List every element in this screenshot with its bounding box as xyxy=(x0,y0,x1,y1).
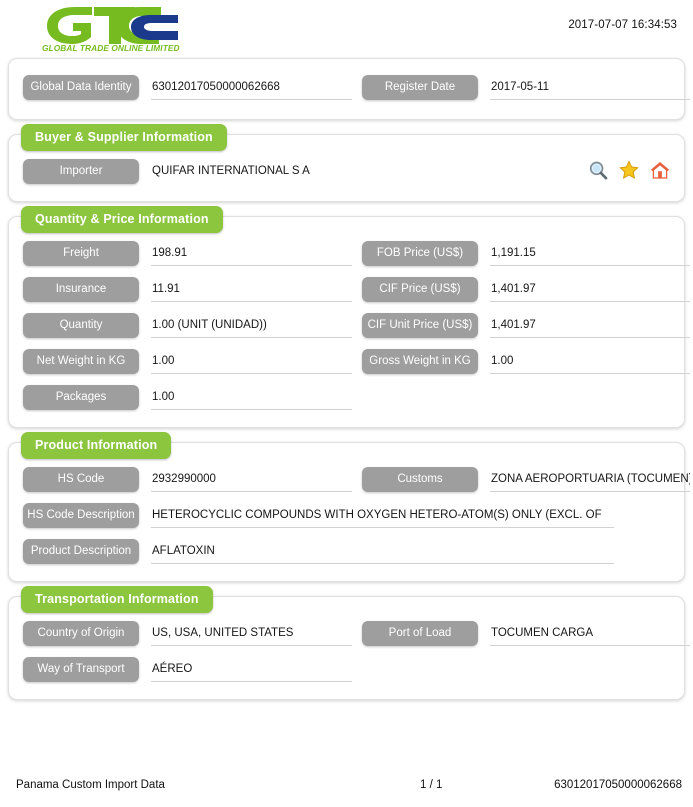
footer-page: 1 / 1 xyxy=(420,779,443,791)
identity-row: Global Data Identity 6301201705000006266… xyxy=(9,71,690,107)
importer-row: Importer QUIFAR INTERNATIONAL S A xyxy=(9,155,684,191)
customs-label: Customs xyxy=(362,467,478,492)
hs-code-value[interactable]: 2932990000 xyxy=(151,468,352,492)
freight-label: Freight xyxy=(23,241,139,266)
net-weight-value[interactable]: 1.00 xyxy=(151,350,352,374)
page-footer: Panama Custom Import Data 1 / 1 63012017… xyxy=(0,779,693,799)
net-weight-label: Net Weight in KG xyxy=(23,349,139,374)
identity-card: Global Data Identity 6301201705000006266… xyxy=(8,58,690,120)
cif-price-label: CIF Price (US$) xyxy=(362,277,478,302)
table-row: Product Description AFLATOXIN xyxy=(9,535,684,571)
page-header: GLOBAL TRADE ONLINE LIMITED 2017-07-07 1… xyxy=(8,0,685,58)
table-row: Country of Origin US, USA, UNITED STATES… xyxy=(9,617,690,653)
insurance-label: Insurance xyxy=(23,277,139,302)
record-action-icons xyxy=(588,160,670,180)
table-row: HS Code Description HETEROCYCLIC COMPOUN… xyxy=(9,499,684,535)
transportation-card: Transportation Information Country of Or… xyxy=(8,586,690,700)
star-icon[interactable] xyxy=(619,160,639,180)
product-information-title: Product Information xyxy=(21,432,172,459)
quantity-value[interactable]: 1.00 (UNIT (UNIDAD)) xyxy=(151,314,352,338)
port-of-load-value[interactable]: TOCUMEN CARGA xyxy=(490,622,690,646)
freight-value[interactable]: 198.91 xyxy=(151,242,352,266)
fob-price-label: FOB Price (US$) xyxy=(362,241,478,266)
importer-label: Importer xyxy=(23,159,139,184)
packages-label: Packages xyxy=(23,385,139,410)
table-row: Way of Transport AÉREO xyxy=(9,653,684,689)
cif-unit-price-value[interactable]: 1,401.97 xyxy=(490,314,690,338)
way-of-transport-value[interactable]: AÉREO xyxy=(151,658,352,682)
cif-unit-price-label: CIF Unit Price (US$) xyxy=(362,313,478,338)
timestamp: 2017-07-07 16:34:53 xyxy=(568,19,677,31)
hs-code-label: HS Code xyxy=(23,467,139,492)
report-page: GLOBAL TRADE ONLINE LIMITED 2017-07-07 1… xyxy=(0,0,693,807)
buyer-supplier-card: Buyer & Supplier Information Importer QU… xyxy=(8,124,685,202)
hs-code-description-value[interactable]: HETEROCYCLIC COMPOUNDS WITH OXYGEN HETER… xyxy=(151,504,614,528)
importer-value[interactable]: QUIFAR INTERNATIONAL S A xyxy=(151,160,581,184)
table-row: Quantity 1.00 (UNIT (UNIDAD)) CIF Unit P… xyxy=(9,309,690,345)
search-icon[interactable] xyxy=(588,160,608,180)
packages-value[interactable]: 1.00 xyxy=(151,386,352,410)
table-row: HS Code 2932990000 Customs ZONA AEROPORT… xyxy=(9,463,690,499)
buyer-supplier-title: Buyer & Supplier Information xyxy=(21,124,227,151)
footer-source: Panama Custom Import Data xyxy=(16,779,165,791)
global-data-identity-value[interactable]: 63012017050000062668 xyxy=(151,76,352,100)
customs-value[interactable]: ZONA AEROPORTUARIA (TOCUMEN) xyxy=(490,468,690,492)
home-icon[interactable] xyxy=(650,160,670,180)
logo-tagline: GLOBAL TRADE ONLINE LIMITED xyxy=(42,43,180,52)
hs-code-description-label: HS Code Description xyxy=(23,503,139,528)
register-date-value[interactable]: 2017-05-11 xyxy=(490,76,690,100)
quantity-label: Quantity xyxy=(23,313,139,338)
table-row: Net Weight in KG 1.00 Gross Weight in KG… xyxy=(9,345,690,381)
fob-price-value[interactable]: 1,191.15 xyxy=(490,242,690,266)
global-data-identity-label: Global Data Identity xyxy=(23,75,139,100)
country-of-origin-label: Country of Origin xyxy=(23,621,139,646)
country-of-origin-value[interactable]: US, USA, UNITED STATES xyxy=(151,622,352,646)
table-row: Freight 198.91 FOB Price (US$) 1,191.15 xyxy=(9,237,690,273)
gross-weight-value[interactable]: 1.00 xyxy=(490,350,690,374)
gross-weight-label: Gross Weight in KG xyxy=(362,349,478,374)
product-description-value[interactable]: AFLATOXIN xyxy=(151,540,614,564)
cif-price-value[interactable]: 1,401.97 xyxy=(490,278,690,302)
product-information-card: Product Information HS Code 2932990000 C… xyxy=(8,432,690,582)
register-date-label: Register Date xyxy=(362,75,478,100)
quantity-price-card: Quantity & Price Information Freight 198… xyxy=(8,206,690,428)
table-row: Packages 1.00 xyxy=(9,381,684,417)
quantity-price-title: Quantity & Price Information xyxy=(21,206,223,233)
way-of-transport-label: Way of Transport xyxy=(23,657,139,682)
product-description-label: Product Description xyxy=(23,539,139,564)
gto-logo: GLOBAL TRADE ONLINE LIMITED xyxy=(39,4,191,52)
port-of-load-label: Port of Load xyxy=(362,621,478,646)
transportation-title: Transportation Information xyxy=(21,586,213,613)
footer-identity: 63012017050000062668 xyxy=(554,779,682,791)
table-row: Insurance 11.91 CIF Price (US$) 1,401.97 xyxy=(9,273,690,309)
insurance-value[interactable]: 11.91 xyxy=(151,278,352,302)
